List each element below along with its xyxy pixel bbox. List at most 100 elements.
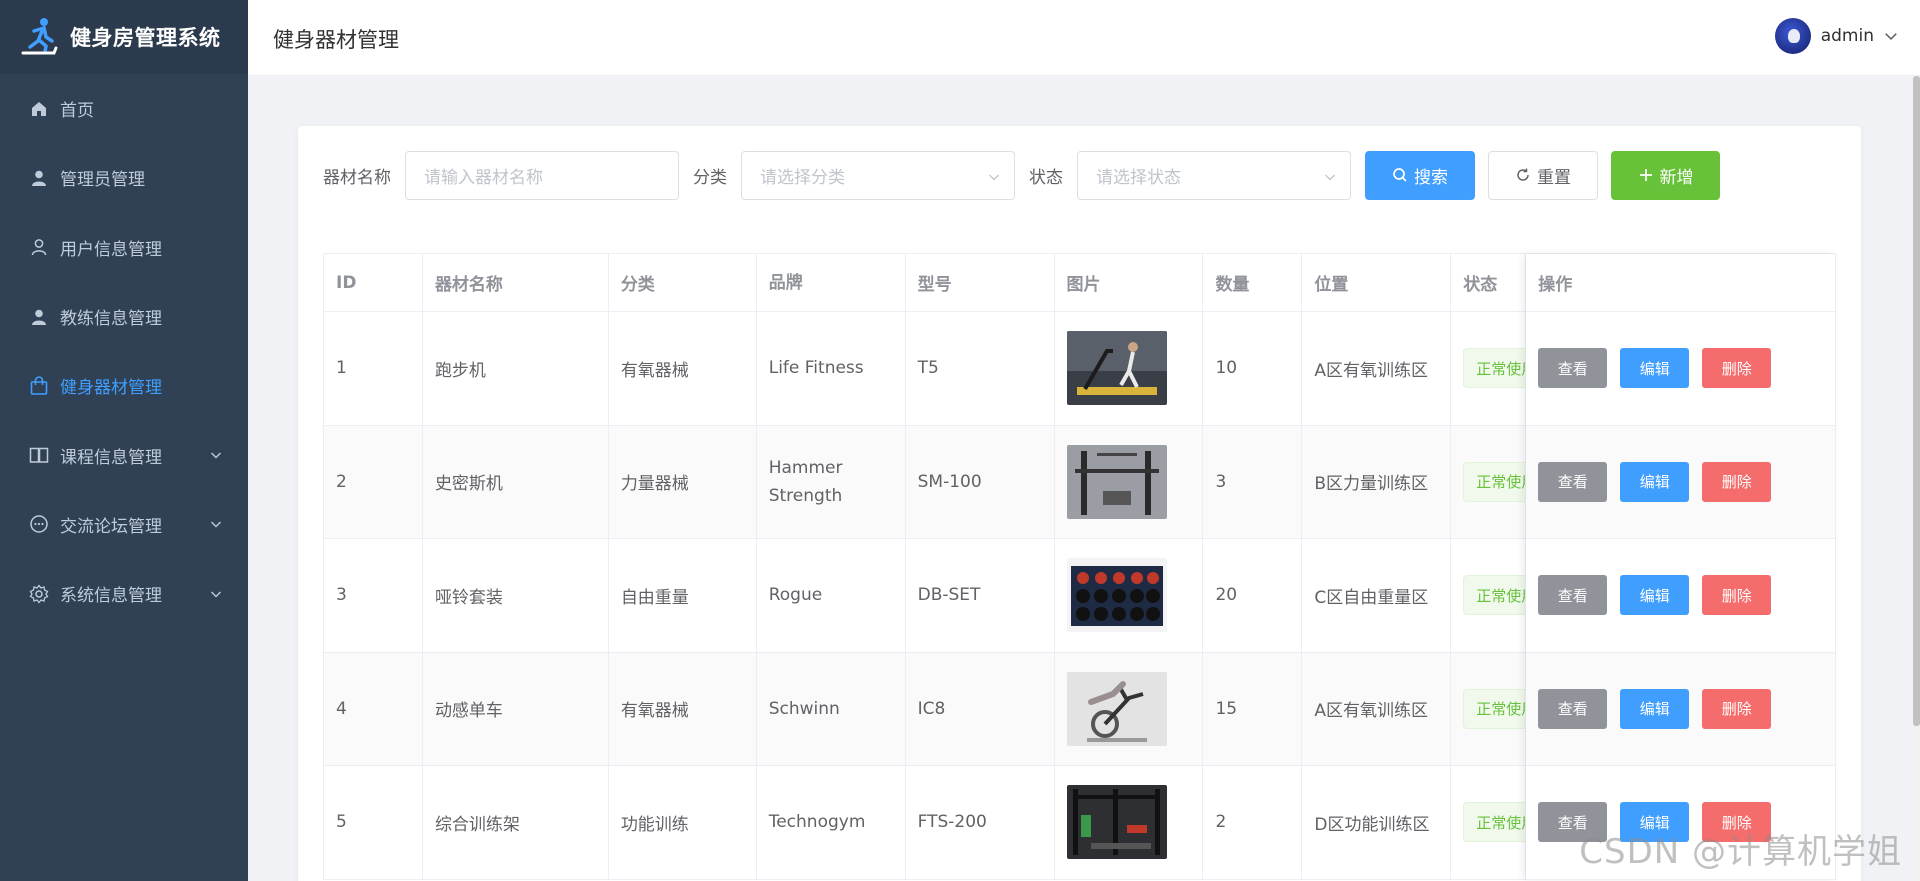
cell-category: 力量器械 xyxy=(608,425,757,539)
page-title: 健身器材管理 xyxy=(273,28,399,52)
category-select[interactable]: 请选择分类 xyxy=(741,150,1015,200)
sidebar-item-users[interactable]: 用户信息管理 xyxy=(0,213,248,282)
sidebar-item-system[interactable]: 系统信息管理 xyxy=(0,559,248,628)
cell-model: IC8 xyxy=(905,652,1055,766)
reset-button-label: 重置 xyxy=(1537,167,1571,188)
table-row[interactable]: 1 跑步机 有氧器械 Life Fitness T5 10 A区有氧训练区 正常… xyxy=(324,312,1837,426)
category-select-placeholder: 请选择分类 xyxy=(760,167,845,188)
sidebar-item-forum[interactable]: 交流论坛管理 xyxy=(0,490,248,559)
cell-model: DB-SET xyxy=(905,539,1055,653)
sidebar-item-equipment[interactable]: 健身器材管理 xyxy=(0,351,248,420)
page-scrollbar[interactable] xyxy=(1913,76,1920,881)
avatar[interactable] xyxy=(1774,18,1811,54)
equipment-card: 器材名称 请输入器材名称 分类 请选择分类 状态 请选择状态 搜索 重置 新增 … xyxy=(298,126,1861,881)
search-button-label: 搜索 xyxy=(1414,167,1448,188)
cell-actions: 查看 编辑 删除 xyxy=(1526,425,1837,539)
watermark: CSDN @计算机学姐 xyxy=(1579,832,1902,872)
training-rack-image[interactable] xyxy=(1066,785,1167,860)
edit-button[interactable]: 编辑 xyxy=(1620,348,1690,389)
spin-bike-image[interactable] xyxy=(1066,671,1167,746)
view-button[interactable]: 查看 xyxy=(1538,575,1608,616)
chat-icon xyxy=(28,513,50,535)
search-icon xyxy=(1392,167,1408,183)
home-icon xyxy=(28,98,50,120)
view-button[interactable]: 查看 xyxy=(1538,348,1608,389)
cell-qty: 10 xyxy=(1203,312,1303,426)
smith-machine-image[interactable] xyxy=(1066,444,1167,519)
sidebar-item-label: 用户信息管理 xyxy=(60,239,162,260)
cell-id: 2 xyxy=(324,425,423,539)
table-row[interactable]: 4 动感单车 有氧器械 Schwinn IC8 15 A区有氧训练区 正常使用 … xyxy=(324,652,1837,766)
cell-id: 4 xyxy=(324,652,423,766)
cell-name: 综合训练架 xyxy=(422,766,609,880)
column-header: 分类 xyxy=(608,254,757,312)
shopping-bag-icon xyxy=(28,375,50,397)
cell-position: A区有氧训练区 xyxy=(1302,652,1452,766)
delete-button[interactable]: 删除 xyxy=(1702,688,1772,729)
app-title: 健身房管理系统 xyxy=(70,26,221,50)
edit-button[interactable]: 编辑 xyxy=(1620,461,1690,502)
sidebar-item-label: 课程信息管理 xyxy=(60,447,162,468)
cell-image xyxy=(1054,652,1204,766)
chevron-down-icon xyxy=(211,591,221,598)
delete-button[interactable]: 删除 xyxy=(1702,575,1772,616)
add-button[interactable]: 新增 xyxy=(1611,150,1720,200)
column-header: 器材名称 xyxy=(422,254,609,312)
cell-status: 正常使用 xyxy=(1451,425,1527,539)
cell-position: B区力量训练区 xyxy=(1302,425,1452,539)
user-menu[interactable]: admin xyxy=(1774,16,1898,56)
table-row[interactable]: 2 史密斯机 力量器械 Hammer Strength SM-100 3 B区力… xyxy=(324,425,1837,539)
cell-id: 3 xyxy=(324,539,423,653)
cell-name: 哑铃套装 xyxy=(422,539,609,653)
cell-image xyxy=(1054,766,1204,880)
chevron-down-icon[interactable] xyxy=(1884,29,1898,43)
cell-actions: 查看 编辑 删除 xyxy=(1526,312,1837,426)
status-select-placeholder: 请选择状态 xyxy=(1096,167,1181,188)
view-button[interactable]: 查看 xyxy=(1538,688,1608,729)
cell-name: 跑步机 xyxy=(422,312,609,426)
reset-button[interactable]: 重置 xyxy=(1488,150,1598,200)
gear-icon xyxy=(28,583,50,605)
cell-model: FTS-200 xyxy=(905,766,1055,880)
delete-button[interactable]: 删除 xyxy=(1702,461,1772,502)
sidebar-item-courses[interactable]: 课程信息管理 xyxy=(0,420,248,489)
dumbbell-rack-image[interactable] xyxy=(1066,558,1167,633)
cell-status: 正常使用 xyxy=(1451,312,1527,426)
edit-button[interactable]: 编辑 xyxy=(1620,575,1690,616)
name-search-input[interactable]: 请输入器材名称 xyxy=(405,150,679,200)
scrollbar-thumb[interactable] xyxy=(1913,76,1920,726)
sidebar-item-home[interactable]: 首页 xyxy=(0,74,248,143)
book-icon xyxy=(28,444,50,466)
cell-image xyxy=(1054,539,1204,653)
cell-position: C区自由重量区 xyxy=(1302,539,1452,653)
cell-brand: Technogym xyxy=(756,766,906,880)
user-name[interactable]: admin xyxy=(1821,26,1874,46)
cell-name: 史密斯机 xyxy=(422,425,609,539)
treadmill-image[interactable] xyxy=(1066,331,1167,406)
delete-button[interactable]: 删除 xyxy=(1702,348,1772,389)
table-row[interactable]: 3 哑铃套装 自由重量 Rogue DB-SET 20 C区自由重量区 正常使用… xyxy=(324,539,1837,653)
cell-qty: 15 xyxy=(1203,652,1303,766)
cell-actions: 查看 编辑 删除 xyxy=(1526,539,1837,653)
refresh-icon xyxy=(1515,167,1531,183)
sidebar-item-coaches[interactable]: 教练信息管理 xyxy=(0,282,248,351)
cell-brand: Life Fitness xyxy=(756,312,906,426)
cell-name: 动感单车 xyxy=(422,652,609,766)
cell-category: 功能训练 xyxy=(608,766,757,880)
runner-logo-icon xyxy=(21,18,58,55)
filter-bar: 器材名称 请输入器材名称 分类 请选择分类 状态 请选择状态 搜索 重置 新增 xyxy=(323,150,1733,200)
edit-button[interactable]: 编辑 xyxy=(1620,688,1690,729)
chevron-down-icon xyxy=(1325,174,1335,180)
sidebar-item-admins[interactable]: 管理员管理 xyxy=(0,143,248,212)
cell-position: A区有氧训练区 xyxy=(1302,312,1452,426)
column-header: 位置 xyxy=(1302,254,1452,312)
view-button[interactable]: 查看 xyxy=(1538,461,1608,502)
cell-model: SM-100 xyxy=(905,425,1055,539)
logo[interactable]: 健身房管理系统 xyxy=(0,0,248,74)
sidebar-item-label: 交流论坛管理 xyxy=(60,516,162,537)
status-select[interactable]: 请选择状态 xyxy=(1077,150,1351,200)
search-button[interactable]: 搜索 xyxy=(1365,150,1475,200)
plus-icon xyxy=(1638,167,1654,183)
status-badge: 正常使用 xyxy=(1463,348,1526,389)
cell-brand: Hammer Strength xyxy=(756,425,906,539)
